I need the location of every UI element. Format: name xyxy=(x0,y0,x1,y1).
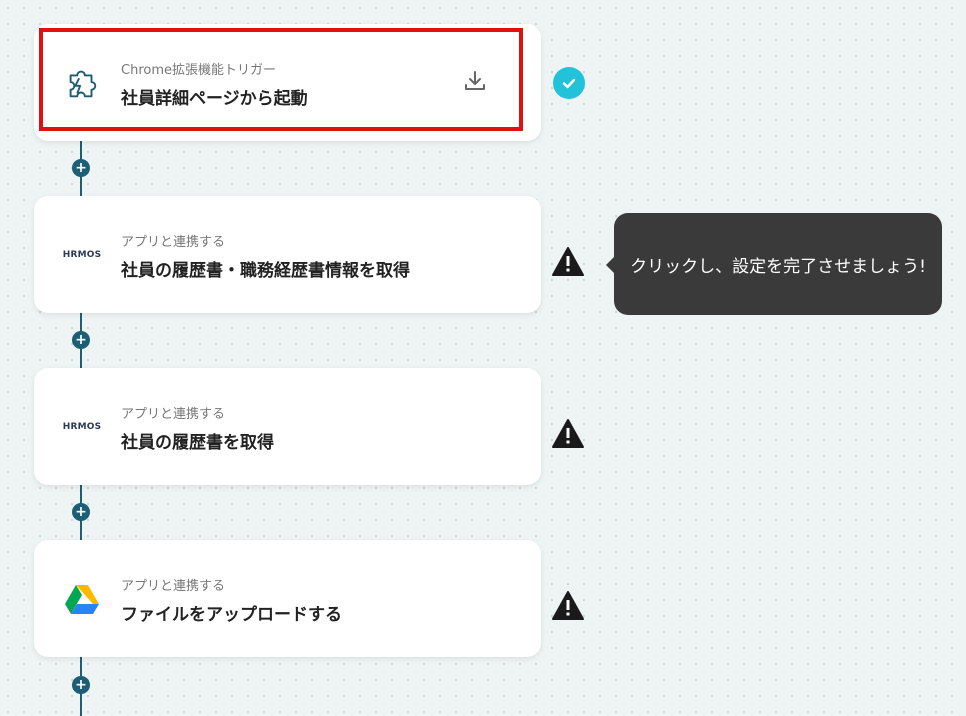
hrmos-logo: HRMOS xyxy=(62,368,102,485)
hrmos-logo-text: HRMOS xyxy=(62,249,102,260)
step-title: 社員詳細ページから起動 xyxy=(121,89,308,109)
step-type-label: アプリと連携する xyxy=(121,407,226,422)
add-step-button[interactable]: + xyxy=(72,503,90,521)
tooltip-text: クリックし、設定を完了させましょう! xyxy=(630,256,926,277)
step-title: 社員の履歴書・職務経歴書情報を取得 xyxy=(121,261,410,281)
step-card-hrmos-resume-info[interactable]: HRMOS アプリと連携する 社員の履歴書・職務経歴書情報を取得 xyxy=(34,196,541,313)
hrmos-logo: HRMOS xyxy=(62,196,102,313)
step-title: 社員の履歴書を取得 xyxy=(121,433,274,453)
add-step-button[interactable]: + xyxy=(72,331,90,349)
step-type-label: アプリと連携する xyxy=(121,235,226,250)
check-icon xyxy=(553,67,585,99)
google-drive-icon xyxy=(62,540,102,657)
step-card-drive-upload[interactable]: アプリと連携する ファイルをアップロードする xyxy=(34,540,541,657)
hint-tooltip: クリックし、設定を完了させましょう! xyxy=(606,213,942,315)
step-card-hrmos-resume[interactable]: HRMOS アプリと連携する 社員の履歴書を取得 xyxy=(34,368,541,485)
step-title: ファイルをアップロードする xyxy=(121,605,342,625)
download-icon[interactable] xyxy=(462,68,488,94)
add-step-button[interactable]: + xyxy=(72,159,90,177)
puzzle-icon xyxy=(62,24,102,141)
hrmos-logo-text: HRMOS xyxy=(62,421,102,432)
step-type-label: Chrome拡張機能トリガー xyxy=(121,63,276,78)
add-step-button[interactable]: + xyxy=(72,676,90,694)
warning-icon xyxy=(551,245,585,279)
step-card-trigger[interactable]: Chrome拡張機能トリガー 社員詳細ページから起動 xyxy=(34,24,541,141)
step-type-label: アプリと連携する xyxy=(121,579,226,594)
warning-icon xyxy=(551,417,585,451)
warning-icon xyxy=(551,589,585,623)
